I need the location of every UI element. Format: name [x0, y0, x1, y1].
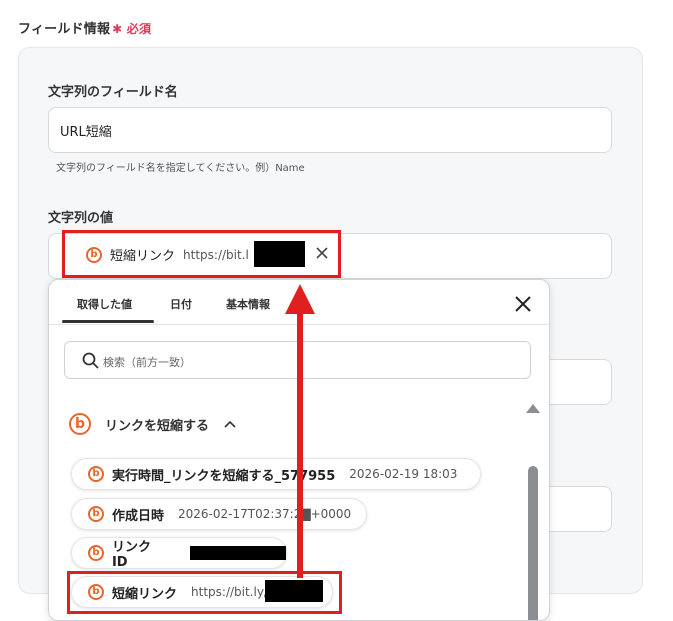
chip-remove-button[interactable] — [313, 242, 331, 264]
field-name-value: URL短縮 — [60, 125, 112, 140]
required-asterisk-icon: ✱ — [112, 22, 123, 36]
field-name-input[interactable]: URL短縮 — [48, 107, 612, 153]
section-title-text: フィールド情報 — [18, 22, 111, 37]
list-item[interactable]: b 実行時間_リンクを短縮する_577955 2026-02-19 18:03 — [71, 458, 481, 490]
bitly-icon: b — [88, 545, 104, 561]
popup-close-button[interactable] — [513, 294, 533, 314]
tab-acquired-values[interactable]: 取得した値 — [77, 296, 132, 312]
selected-value-chip[interactable]: b 短縮リンク https://bit.l — [86, 245, 249, 264]
bitly-icon: b — [86, 246, 102, 263]
search-icon — [82, 352, 99, 369]
redaction-block — [265, 580, 323, 602]
group-label: リンクを短縮する — [105, 418, 210, 434]
selected-chip-name: 短縮リンク — [110, 249, 176, 264]
item-name: リンクID — [111, 540, 151, 570]
active-tab-indicator — [62, 320, 154, 323]
item-value: 2026-02-17T02:37:2▇+0000 — [178, 507, 352, 521]
selected-chip-value: https://bit.l — [183, 247, 249, 262]
redaction-block — [254, 241, 305, 267]
section-title: フィールド情報 ✱ 必須 — [18, 18, 151, 37]
close-icon — [316, 247, 328, 259]
group-header[interactable]: b リンクを短縮する — [69, 413, 237, 435]
scrollbar-thumb[interactable] — [528, 466, 538, 620]
close-icon — [515, 296, 531, 312]
tab-date[interactable]: 日付 — [170, 296, 192, 312]
required-mark: ✱ 必須 — [112, 22, 151, 36]
annotation-arrow-icon — [285, 284, 315, 578]
required-label: 必須 — [126, 22, 152, 36]
item-value: 2026-02-19 18:03 — [349, 467, 458, 481]
bitly-icon: b — [69, 413, 91, 435]
bitly-icon: b — [88, 506, 104, 522]
field-value-label: 文字列の値 — [48, 211, 114, 226]
bitly-icon: b — [88, 466, 104, 482]
tab-basic-info[interactable]: 基本情報 — [226, 296, 270, 312]
field-name-label: 文字列のフィールド名 — [48, 85, 178, 100]
field-name-hint: 文字列のフィールド名を指定してください。例）Name — [56, 163, 305, 174]
list-item[interactable]: b 作成日時 2026-02-17T02:37:2▇+0000 — [71, 498, 367, 530]
list-item[interactable]: b リンクID — [71, 537, 287, 570]
search-placeholder: 検索（前方一致） — [103, 356, 191, 369]
redaction-block — [190, 546, 286, 560]
scroll-up-arrow-icon[interactable] — [526, 404, 540, 413]
item-name: 作成日時 — [112, 508, 165, 524]
chevron-up-icon — [224, 420, 236, 428]
